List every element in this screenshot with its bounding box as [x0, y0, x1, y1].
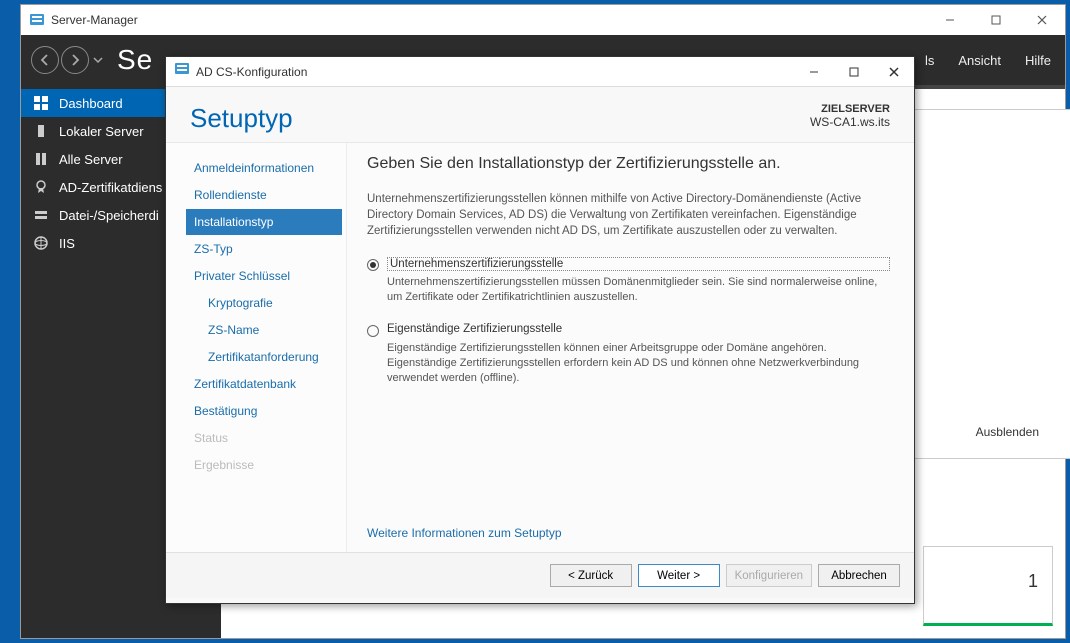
- dialog-footer: < Zurück Weiter > Konfigurieren Abbreche…: [166, 552, 914, 598]
- nav-caname[interactable]: ZS-Name: [186, 317, 342, 343]
- iis-icon: [33, 235, 49, 251]
- sidebar-item-label: AD-Zertifikatdiens: [59, 180, 162, 195]
- radio-standalone-explanation: Eigenständige Zertifizierungsstellen kön…: [387, 341, 890, 386]
- sidebar-item-label: IIS: [59, 236, 75, 251]
- nav-forward-button[interactable]: [61, 46, 89, 74]
- dialog-app-icon: [174, 61, 190, 82]
- back-button[interactable]: < Zurück: [550, 564, 632, 587]
- nav-status: Status: [186, 425, 342, 451]
- radio-enterprise-ca[interactable]: Unternehmenszertifizierungsstelle: [367, 257, 890, 271]
- more-info-link[interactable]: Weitere Informationen zum Setuptyp: [367, 526, 890, 540]
- cancel-button[interactable]: Abbrechen: [818, 564, 900, 587]
- nav-installtype[interactable]: Installationstyp: [186, 209, 342, 235]
- nav-credentials[interactable]: Anmeldeinformationen: [186, 155, 342, 181]
- menu-ls[interactable]: ls: [925, 53, 934, 68]
- sidebar-item-label: Alle Server: [59, 152, 123, 167]
- maximize-button[interactable]: [973, 5, 1019, 35]
- dialog-title: AD CS-Konfiguration: [196, 65, 307, 79]
- outer-window-title: Server-Manager: [51, 13, 138, 27]
- server-manager-icon: [29, 12, 45, 28]
- cert-icon: [33, 179, 49, 195]
- dialog-main: Geben Sie den Installationstyp der Zerti…: [346, 143, 914, 552]
- adcs-config-dialog: AD CS-Konfiguration Setuptyp ZIELSERVER …: [165, 56, 915, 604]
- nav-roleservices[interactable]: Rollendienste: [186, 182, 342, 208]
- nav-crypto[interactable]: Kryptografie: [186, 290, 342, 316]
- storage-icon: [33, 207, 49, 223]
- nav-results: Ergebnisse: [186, 452, 342, 478]
- radio-icon: [367, 325, 379, 337]
- nav-certreq[interactable]: Zertifikatanforderung: [186, 344, 342, 370]
- dialog-heading: Setuptyp: [190, 103, 293, 134]
- toolbar-heading: Se: [117, 44, 153, 76]
- target-server: WS-CA1.ws.its: [810, 115, 890, 129]
- status-tile[interactable]: 1: [923, 546, 1053, 626]
- target-label: ZIELSERVER: [821, 103, 890, 115]
- nav-certdb[interactable]: Zertifikatdatenbank: [186, 371, 342, 397]
- close-button[interactable]: [1019, 5, 1065, 35]
- outer-titlebar: Server-Manager: [21, 5, 1065, 35]
- nav-privatekey[interactable]: Privater Schlüssel: [186, 263, 342, 289]
- radio-enterprise-explanation: Unternehmenszertifizierungsstellen müsse…: [387, 275, 890, 305]
- sidebar-item-label: Dashboard: [59, 96, 123, 111]
- nav-back-button[interactable]: [31, 46, 59, 74]
- main-description: Unternehmenszertifizierungsstellen könne…: [367, 191, 890, 239]
- nav-dropdown-icon[interactable]: [93, 46, 103, 74]
- target-server-info: ZIELSERVER WS-CA1.ws.its: [810, 103, 890, 129]
- localserver-icon: [33, 123, 49, 139]
- radio-icon: [367, 259, 379, 271]
- radio-label: Unternehmenszertifizierungsstelle: [387, 257, 890, 271]
- nav-catype[interactable]: ZS-Typ: [186, 236, 342, 262]
- dialog-maximize-button[interactable]: [834, 57, 874, 87]
- menu-hilfe[interactable]: Hilfe: [1025, 53, 1051, 68]
- dialog-header: Setuptyp ZIELSERVER WS-CA1.ws.its: [166, 87, 914, 142]
- dashboard-icon: [33, 95, 49, 111]
- tile-value: 1: [1028, 571, 1038, 592]
- menu-ansicht[interactable]: Ansicht: [958, 53, 1001, 68]
- nav-confirm[interactable]: Bestätigung: [186, 398, 342, 424]
- sidebar-item-label: Lokaler Server: [59, 124, 144, 139]
- dialog-close-button[interactable]: [874, 57, 914, 87]
- next-button[interactable]: Weiter >: [638, 564, 720, 587]
- minimize-button[interactable]: [927, 5, 973, 35]
- configure-button: Konfigurieren: [726, 564, 812, 587]
- sidebar-item-label: Datei-/Speicherdi: [59, 208, 159, 223]
- dialog-minimize-button[interactable]: [794, 57, 834, 87]
- main-subtitle: Geben Sie den Installationstyp der Zerti…: [367, 155, 890, 173]
- allservers-icon: [33, 151, 49, 167]
- radio-standalone-ca[interactable]: Eigenständige Zertifizierungsstelle: [367, 323, 890, 337]
- dialog-titlebar: AD CS-Konfiguration: [166, 57, 914, 87]
- ausblenden-link[interactable]: Ausblenden: [966, 419, 1049, 445]
- radio-label: Eigenständige Zertifizierungsstelle: [387, 323, 562, 335]
- dialog-nav: Anmeldeinformationen Rollendienste Insta…: [166, 143, 346, 552]
